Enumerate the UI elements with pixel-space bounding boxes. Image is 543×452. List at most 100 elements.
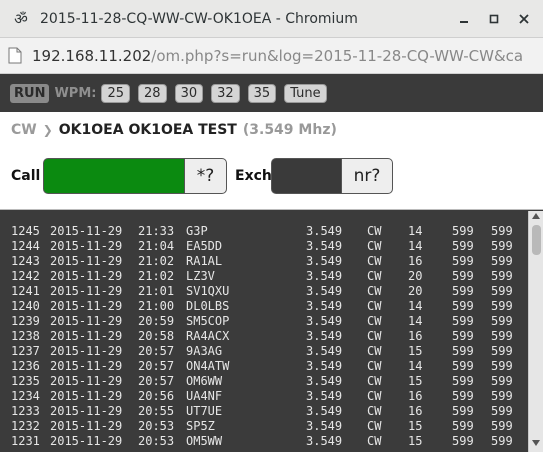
log-cell-call: SV1QXU [186, 284, 230, 298]
log-cell-r: 599 [491, 284, 513, 298]
log-cell-nr: 1243 [11, 254, 40, 268]
log-cell-s: 599 [452, 254, 474, 268]
log-row[interactable]: 1236 2015-11-29 20:57 ON4ATW 3.549 CW 14 599 599 [0, 359, 528, 374]
log-cell-r: 599 [491, 224, 513, 238]
close-icon[interactable] [513, 8, 535, 30]
log-cell-date: 2015-11-29 [50, 269, 123, 283]
wpm-button-28[interactable]: 28 [138, 83, 167, 103]
log-cell-call: UT7UE [186, 404, 223, 418]
log-cell-nr: 1241 [11, 284, 40, 298]
log-cell-freq: 3.549 [306, 329, 343, 343]
log-cell-time: 20:53 [138, 419, 175, 433]
log-row[interactable]: 1233 2015-11-29 20:55 UT7UE 3.549 CW 16 599 599 [0, 404, 528, 419]
log-cell-mode: CW [367, 254, 382, 268]
log-row[interactable]: 1232 2015-11-29 20:53 SP5Z 3.549 CW 15 599 599 [0, 419, 528, 434]
log-cell-mode: CW [367, 314, 382, 328]
log-row[interactable]: 1237 2015-11-29 20:57 9A3AG 3.549 CW 15 599 599 [0, 344, 528, 359]
log-row[interactable]: 1235 2015-11-29 20:57 OM6WW 3.549 CW 15 599 599 [0, 374, 528, 389]
log-cell-call: DL0LBS [186, 299, 230, 313]
log-cell-nr: 1235 [11, 374, 40, 388]
exch-input[interactable] [271, 158, 342, 194]
log-row[interactable]: 1242 2015-11-29 21:02 LZ3V 3.549 CW 20 599 599 [0, 269, 528, 284]
om-app-icon: ॐ [14, 9, 28, 28]
log-row[interactable]: 1243 2015-11-29 21:02 RA1AL 3.549 CW 16 599 599 [0, 254, 528, 269]
run-badge[interactable]: RUN [10, 83, 50, 103]
app-toolbar: RUN WPM: 25 28 30 32 35 Tune [0, 74, 543, 112]
log-cell-date: 2015-11-29 [50, 374, 123, 388]
log-cell-call: OM6WW [186, 374, 223, 388]
log-cell-mode: CW [367, 434, 382, 448]
log-cell-date: 2015-11-29 [50, 299, 123, 313]
log-cell-mode: CW [367, 329, 382, 343]
log-row[interactable]: 1240 2015-11-29 21:00 DL0LBS 3.549 CW 14 599 599 [0, 299, 528, 314]
address-bar[interactable]: 192.168.11.202/om.php?s=run&log=2015-11-… [0, 38, 543, 74]
log-cell-time: 20:57 [138, 359, 175, 373]
log-cell-nr: 1237 [11, 344, 40, 358]
log-cell-r: 599 [491, 314, 513, 328]
wpm-button-25[interactable]: 25 [101, 83, 131, 103]
scroll-down-icon[interactable] [529, 440, 543, 450]
log-cell-freq: 3.549 [306, 389, 343, 403]
log-cell-nr: 1244 [11, 239, 40, 253]
mode-label[interactable]: CW [11, 122, 37, 138]
log-cell-call: G3P [186, 224, 208, 238]
log-cell-mode: CW [367, 404, 382, 418]
call-input[interactable] [43, 158, 185, 194]
log-row[interactable]: 1234 2015-11-29 20:56 UA4NF 3.549 CW 16 599 599 [0, 389, 528, 404]
log-cell-mode: CW [367, 224, 382, 238]
log-cell-call: SM5COP [186, 314, 230, 328]
log-cell-time: 20:59 [138, 314, 175, 328]
log-cell-s: 599 [452, 419, 474, 433]
log-cell-mode: CW [367, 374, 382, 388]
log-cell-nr: 1242 [11, 269, 40, 283]
wpm-button-35[interactable]: 35 [247, 83, 277, 103]
log-cell-time: 21:02 [138, 269, 175, 283]
log-cell-time: 20:58 [138, 329, 175, 343]
wpm-button-32[interactable]: 32 [211, 83, 240, 103]
log-cell-call: 9A3AG [186, 344, 223, 358]
log-cell-freq: 3.549 [306, 299, 343, 313]
log-cell-rst: 14 [408, 299, 423, 313]
log-cell-mode: CW [367, 284, 382, 298]
log-row[interactable]: 1231 2015-11-29 20:53 OM5WW 3.549 CW 15 599 599 [0, 434, 528, 449]
frequency-label: (3.549 Mhz) [242, 122, 337, 138]
qso-log[interactable]: 1245 2015-11-29 21:33 G3P 3.549 CW 14 599 599 124… [0, 211, 528, 452]
log-cell-time: 21:01 [138, 284, 175, 298]
log-cell-nr: 1245 [11, 224, 40, 238]
minimize-icon[interactable] [453, 8, 475, 30]
log-cell-r: 599 [491, 239, 513, 253]
log-cell-s: 599 [452, 329, 474, 343]
log-cell-s: 599 [452, 389, 474, 403]
log-cell-freq: 3.549 [306, 404, 343, 418]
scrollbar[interactable] [528, 211, 543, 452]
log-cell-date: 2015-11-29 [50, 254, 123, 268]
log-cell-s: 599 [452, 224, 474, 238]
log-cell-s: 599 [452, 314, 474, 328]
log-cell-rst: 16 [408, 329, 423, 343]
log-row[interactable]: 1239 2015-11-29 20:59 SM5COP 3.549 CW 14 599 599 [0, 314, 528, 329]
log-cell-rst: 20 [408, 284, 423, 298]
log-cell-date: 2015-11-29 [50, 224, 123, 238]
log-cell-s: 599 [452, 299, 474, 313]
log-cell-time: 20:57 [138, 344, 175, 358]
log-cell-time: 20:55 [138, 404, 175, 418]
log-cell-date: 2015-11-29 [50, 404, 123, 418]
contest-title: OK1OEA OK1OEA TEST [58, 122, 237, 138]
exch-query-button[interactable]: nr? [341, 158, 393, 194]
log-row[interactable]: 1238 2015-11-29 20:58 RA4ACX 3.549 CW 16 599 599 [0, 329, 528, 344]
log-cell-mode: CW [367, 344, 382, 358]
scrollbar-thumb[interactable] [532, 225, 541, 255]
url-text[interactable]: 192.168.11.202/om.php?s=run&log=2015-11-… [28, 47, 543, 65]
maximize-icon[interactable] [483, 8, 505, 30]
wpm-button-30[interactable]: 30 [174, 83, 204, 103]
tune-button[interactable]: Tune [284, 83, 327, 103]
log-cell-freq: 3.549 [306, 254, 343, 268]
log-row[interactable]: 1241 2015-11-29 21:01 SV1QXU 3.549 CW 20 599 599 [0, 284, 528, 299]
log-cell-rst: 14 [408, 239, 423, 253]
call-query-button[interactable]: *? [184, 158, 227, 194]
log-cell-rst: 15 [408, 434, 423, 448]
log-row[interactable]: 1244 2015-11-29 21:04 EA5DD 3.549 CW 14 599 599 [0, 239, 528, 254]
log-row[interactable]: 1245 2015-11-29 21:33 G3P 3.549 CW 14 599 599 [0, 224, 528, 239]
log-cell-s: 599 [452, 344, 474, 358]
scroll-up-icon[interactable] [529, 213, 543, 223]
